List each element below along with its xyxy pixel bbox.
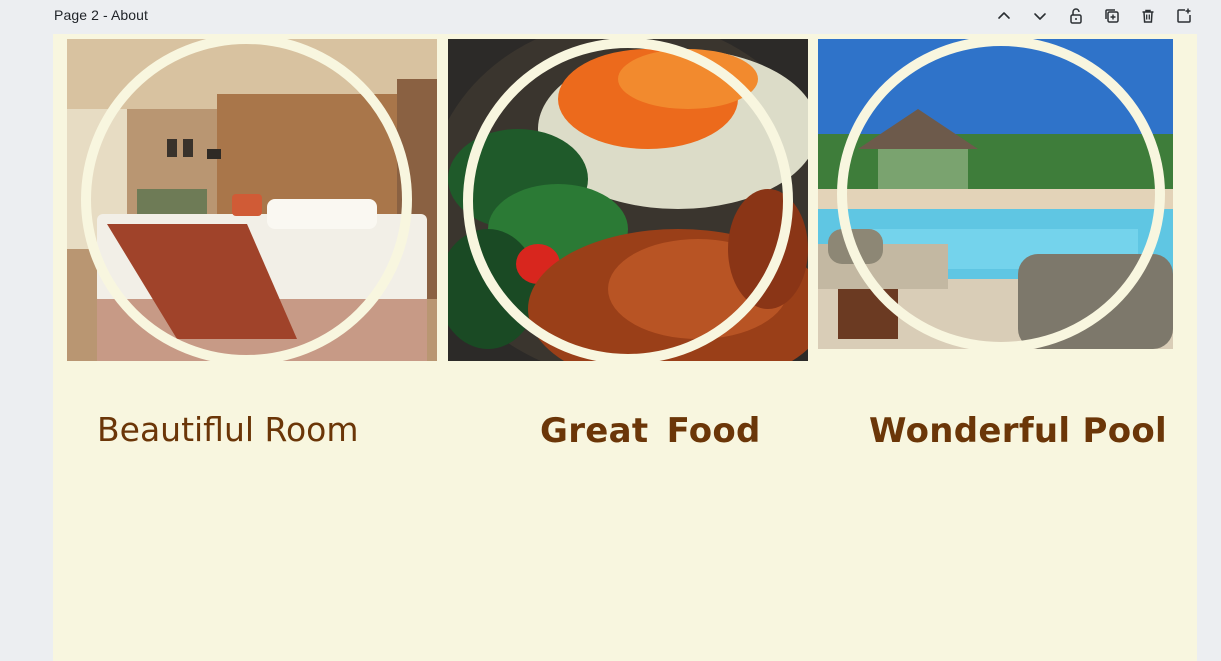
lock-open-icon[interactable]	[1064, 4, 1088, 28]
chevron-up-icon[interactable]	[992, 4, 1016, 28]
duplicate-icon[interactable]	[1100, 4, 1124, 28]
food-frame-ring	[463, 38, 793, 364]
pool-frame-ring	[837, 36, 1165, 352]
food-caption: Great Food	[540, 411, 761, 451]
add-page-icon[interactable]	[1172, 4, 1196, 28]
page-title: Page 2 - About	[54, 7, 149, 23]
room-caption: Beautiflul Room	[97, 410, 359, 449]
pool-caption: Wonderful Pool	[869, 411, 1167, 451]
room-frame-ring	[81, 34, 412, 365]
chevron-down-icon[interactable]	[1028, 4, 1052, 28]
trash-icon[interactable]	[1136, 4, 1160, 28]
